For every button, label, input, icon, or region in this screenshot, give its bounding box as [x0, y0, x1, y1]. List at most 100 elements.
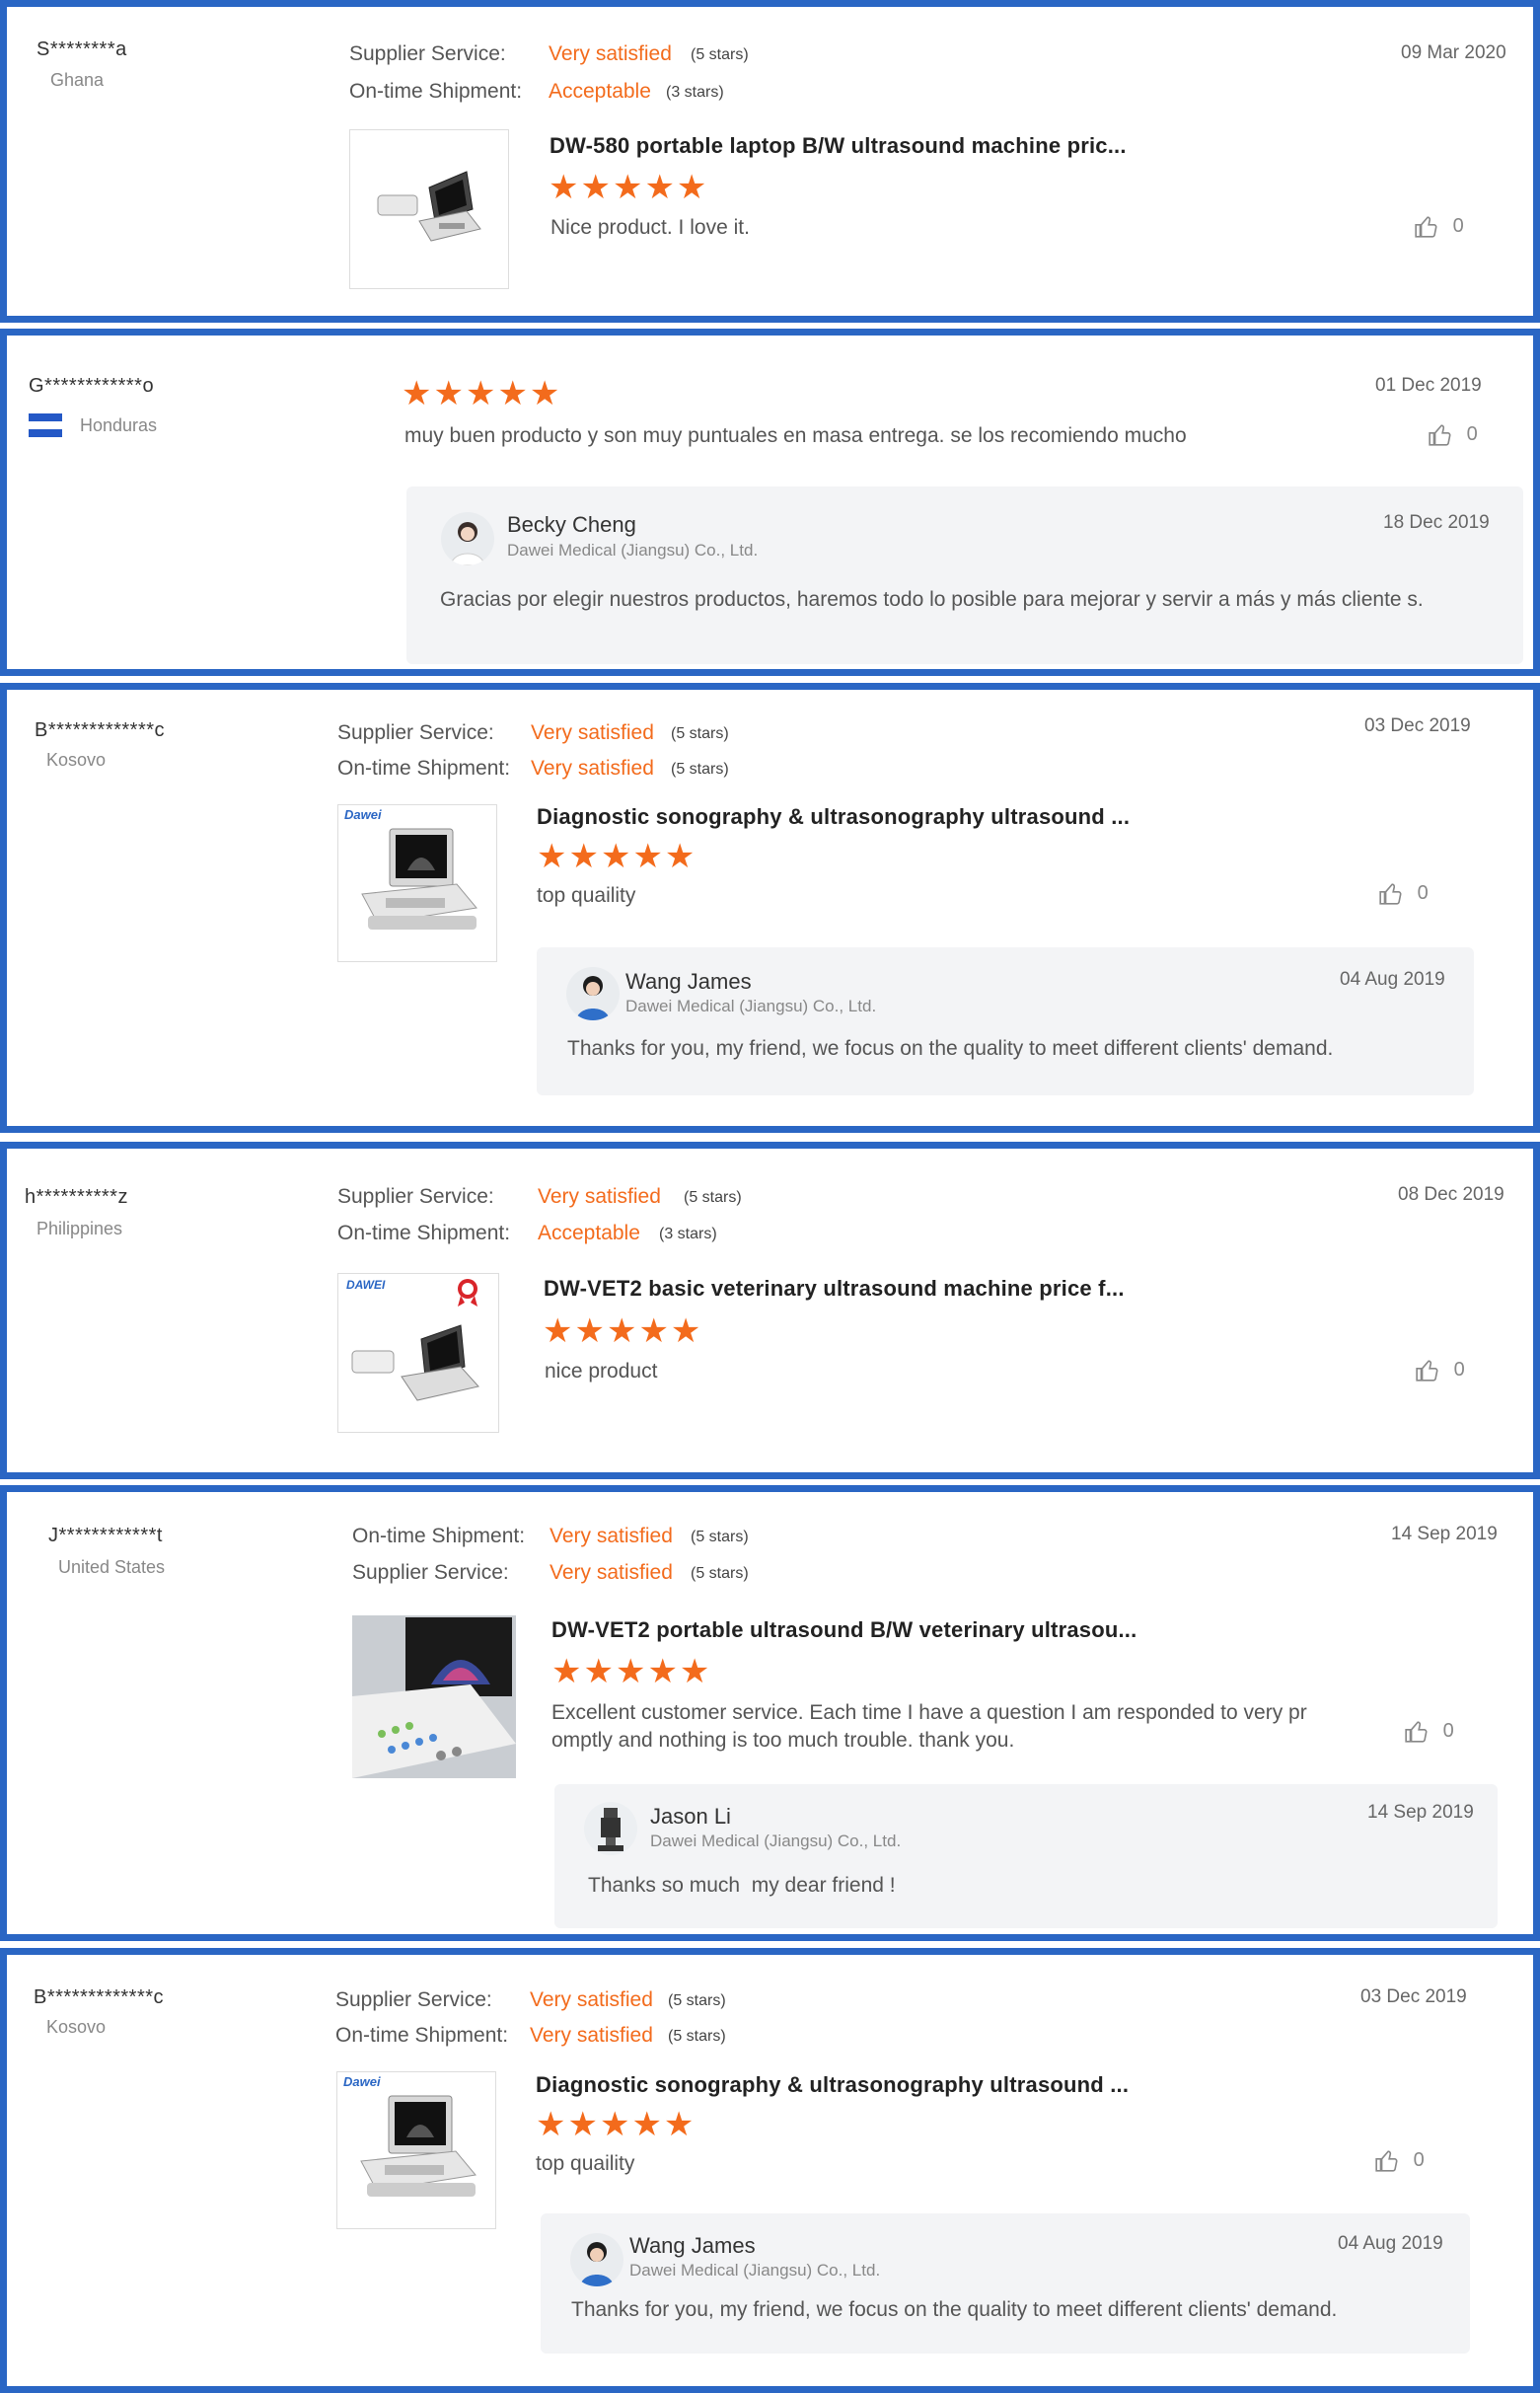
supplier-service-value: Very satisfied [530, 1988, 653, 2011]
like-button[interactable]: 0 [1428, 422, 1478, 448]
supplier-service-stars: (5 stars) [668, 1992, 726, 2009]
supplier-service-stars: (5 stars) [671, 725, 729, 742]
thumbs-up-icon [1416, 1360, 1438, 1382]
ultrasound-laptop-image [360, 2095, 477, 2197]
reply-text: Gracias por elegir nuestros productos, h… [440, 588, 1424, 611]
reply-date: 14 Sep 2019 [1367, 1802, 1474, 1823]
ultrasound-machine-photo [352, 1615, 516, 1778]
on-time-shipment-value: Acceptable [538, 1222, 640, 1244]
like-button[interactable]: 0 [1414, 214, 1464, 240]
review-comment: Nice product. I love it. [550, 216, 750, 239]
product-thumbnail[interactable] [352, 1615, 516, 1778]
reply-date: 18 Dec 2019 [1383, 512, 1490, 533]
on-time-shipment-stars: (5 stars) [668, 2028, 726, 2045]
review-comment: top quaility [537, 884, 636, 907]
product-title-link[interactable]: DW-VET2 portable ultrasound B/W veterina… [551, 1617, 1137, 1643]
buyer-country: Kosovo [46, 750, 107, 770]
buyer-country: Honduras [80, 415, 158, 435]
rating-stars: ★★★★★ [536, 2106, 697, 2143]
review-card-4: h**********z Philippines Supplier Servic… [0, 1142, 1540, 1479]
rating-stars: ★★★★★ [543, 1312, 703, 1350]
buyer-name: h**********z [25, 1186, 128, 1208]
rating-stars: ★★★★★ [537, 838, 697, 875]
review-comment: Excellent customer service. Each time I … [551, 1701, 1307, 1752]
supplier-service-value: Very satisfied [550, 1561, 673, 1584]
product-thumbnail[interactable]: Dawei [337, 804, 497, 962]
supplier-reply: Becky Cheng Dawei Medical (Jiangsu) Co.,… [406, 486, 1523, 664]
product-title-link[interactable]: Diagnostic sonography & ultrasonography … [537, 804, 1130, 830]
on-time-shipment-label: On-time Shipment: [337, 1222, 511, 1244]
supplier-service-value: Very satisfied [531, 721, 654, 744]
avatar [441, 512, 494, 565]
product-thumbnail[interactable] [349, 129, 509, 289]
supplier-service-label: Supplier Service: [352, 1561, 509, 1584]
buyer-country: Philippines [37, 1219, 123, 1238]
like-count: 0 [1417, 882, 1429, 905]
supplier-service-value: Very satisfied [549, 42, 672, 65]
supplier-service-value: Very satisfied [538, 1185, 661, 1208]
on-time-shipment-stars: (5 stars) [671, 761, 729, 778]
like-count: 0 [1453, 1359, 1465, 1382]
product-thumbnail[interactable]: DAWEI [337, 1273, 499, 1433]
review-date: 03 Dec 2019 [1364, 715, 1471, 736]
review-card-6: B*************c Kosovo Supplier Service:… [0, 1948, 1540, 2393]
review-date: 01 Dec 2019 [1375, 375, 1482, 396]
dawei-logo: Dawei [343, 2074, 381, 2089]
ultrasound-laptop-image [361, 828, 477, 930]
supplier-reply: Jason Li Dawei Medical (Jiangsu) Co., Lt… [554, 1784, 1498, 1928]
review-card-1: S********a Ghana Supplier Service: Very … [0, 0, 1540, 323]
buyer-name: B*************c [34, 1986, 165, 2008]
review-date: 14 Sep 2019 [1391, 1524, 1498, 1544]
on-time-shipment-label: On-time Shipment: [335, 2024, 509, 2047]
on-time-shipment-stars: (3 stars) [659, 1226, 717, 1242]
supplier-service-label: Supplier Service: [337, 1185, 494, 1208]
buyer-name: B*************c [35, 719, 166, 741]
reply-author: Wang James [625, 969, 752, 994]
rating-stars: ★★★★★ [551, 1653, 712, 1690]
on-time-shipment-label: On-time Shipment: [352, 1525, 526, 1547]
on-time-shipment-stars: (5 stars) [691, 1529, 749, 1545]
supplier-reply: Wang James Dawei Medical (Jiangsu) Co., … [541, 2213, 1470, 2354]
like-count: 0 [1442, 1720, 1454, 1743]
buyer-name: S********a [37, 38, 127, 60]
buyer-name: J************t [48, 1525, 163, 1546]
review-card-2: G************o Honduras ★★★★★ muy buen p… [0, 329, 1540, 676]
like-button[interactable]: 0 [1374, 2148, 1425, 2174]
dawei-logo: DAWEI [346, 1278, 386, 1292]
on-time-shipment-value: Acceptable [549, 80, 651, 103]
reply-author: Becky Cheng [507, 512, 636, 537]
on-time-shipment-stars: (3 stars) [666, 84, 724, 101]
review-date: 09 Mar 2020 [1401, 42, 1506, 63]
supplier-service-stars: (5 stars) [684, 1189, 742, 1206]
reply-author: Wang James [629, 2233, 756, 2258]
reply-text: Thanks for you, my friend, we focus on t… [567, 1037, 1334, 1060]
reply-company: Dawei Medical (Jiangsu) Co., Ltd. [625, 997, 877, 1015]
review-card-5: J************t United States On-time Shi… [0, 1485, 1540, 1941]
supplier-service-stars: (5 stars) [691, 46, 749, 63]
like-count: 0 [1452, 215, 1464, 238]
reply-text: Thanks for you, my friend, we focus on t… [571, 2298, 1338, 2321]
on-time-shipment-label: On-time Shipment: [337, 757, 511, 780]
product-thumbnail[interactable]: Dawei [336, 2071, 496, 2229]
like-button[interactable]: 0 [1415, 1358, 1465, 1383]
like-count: 0 [1466, 423, 1478, 446]
on-time-shipment-value: Very satisfied [530, 2024, 653, 2047]
like-button[interactable]: 0 [1378, 881, 1429, 907]
thumbs-up-icon [1429, 424, 1451, 446]
supplier-service-label: Supplier Service: [335, 1988, 492, 2011]
on-time-shipment-value: Very satisfied [550, 1525, 673, 1547]
supplier-service-label: Supplier Service: [349, 42, 506, 65]
review-comment: top quaility [536, 2152, 635, 2175]
ultrasound-laptop-image [377, 171, 481, 242]
review-comment: muy buen producto y son muy puntuales en… [404, 424, 1187, 447]
product-title-link[interactable]: DW-580 portable laptop B/W ultrasound ma… [550, 133, 1127, 159]
thumbs-up-icon [1405, 1721, 1428, 1743]
thumbs-up-icon [1415, 216, 1437, 238]
product-title-link[interactable]: Diagnostic sonography & ultrasonography … [536, 2072, 1129, 2098]
on-time-shipment-label: On-time Shipment: [349, 80, 523, 103]
reply-company: Dawei Medical (Jiangsu) Co., Ltd. [629, 2261, 881, 2280]
review-comment: nice product [545, 1360, 658, 1383]
like-button[interactable]: 0 [1404, 1719, 1454, 1745]
buyer-country: United States [58, 1557, 166, 1577]
product-title-link[interactable]: DW-VET2 basic veterinary ultrasound mach… [544, 1276, 1125, 1302]
